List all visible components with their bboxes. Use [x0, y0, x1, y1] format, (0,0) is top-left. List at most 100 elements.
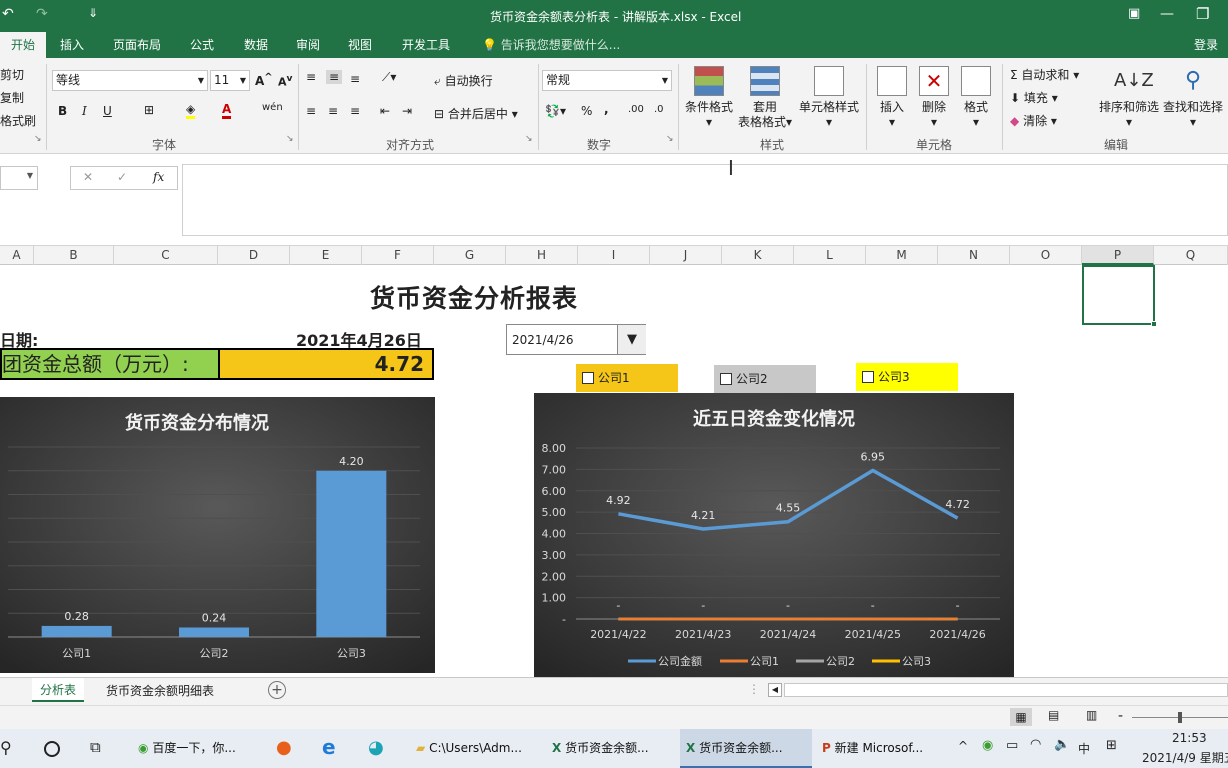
bar[interactable] — [316, 470, 387, 637]
bar[interactable] — [179, 627, 249, 638]
align-middle-icon[interactable]: ≡ — [326, 70, 343, 84]
clear-button[interactable]: ◆ 清除 ▾ — [1010, 112, 1057, 129]
line-chart[interactable]: 近五日资金变化情况 8.00 7.00 6.00 5.00 4.00 3.00 2.00 1.… — [534, 393, 1014, 677]
increase-indent-icon[interactable]: ⇥ — [402, 104, 412, 118]
column-header[interactable]: Q — [1154, 246, 1228, 265]
conditional-formatting-button[interactable]: 条件格式 ▾ — [682, 66, 736, 130]
wifi-icon[interactable]: ◠ — [1030, 737, 1041, 752]
checkbox-company3[interactable]: 公司3 — [856, 363, 958, 391]
zoom-out-icon[interactable]: - — [1118, 708, 1123, 724]
fill-handle[interactable] — [1151, 321, 1157, 327]
orientation-icon[interactable]: ⟋▾ — [382, 70, 396, 85]
find-select-button[interactable]: ⚲ 查找和选择 ▾ — [1162, 66, 1224, 130]
delete-cells-button[interactable]: ✕ 删除 ▾ — [914, 66, 954, 130]
bar[interactable] — [41, 625, 112, 637]
ime-mode-icon[interactable]: ⊞ — [1106, 738, 1117, 753]
increase-decimal-icon[interactable]: .00 — [628, 104, 644, 115]
column-header[interactable]: N — [938, 246, 1010, 265]
percent-icon[interactable]: % — [581, 104, 592, 118]
bar-chart[interactable]: 货币资金分布情况 0.28 公司1 0.24 公司2 4.20 公司3 — [0, 397, 435, 673]
column-header[interactable]: K — [722, 246, 794, 265]
decrease-decimal-icon[interactable]: .0 — [654, 104, 664, 115]
worksheet[interactable]: 货币资金分析报表 日期: 2021年4月26日 团资金总额（万元）: 4.72 … — [0, 265, 1228, 677]
column-header[interactable]: M — [866, 246, 938, 265]
font-name-combo[interactable]: 等线 ▼ — [52, 70, 208, 91]
copy-button[interactable]: 复制 — [0, 89, 24, 106]
taskbar-item-explorer[interactable]: ▰ C:\Users\Adm... — [410, 729, 544, 768]
align-top-icon[interactable]: ≡ — [306, 70, 316, 84]
column-header[interactable]: L — [794, 246, 866, 265]
volume-icon[interactable]: 🔈 — [1054, 737, 1070, 752]
cortana-icon[interactable] — [44, 741, 60, 757]
accounting-format-icon[interactable]: 💱▾ — [545, 104, 566, 118]
dropdown-arrow-icon[interactable]: ▼ — [617, 325, 646, 354]
comma-style-icon[interactable]: , — [604, 102, 609, 116]
add-sheet-icon[interactable]: + — [268, 681, 286, 699]
italic-icon[interactable]: I — [82, 104, 87, 118]
cut-button[interactable]: 剪切 — [0, 66, 24, 83]
cancel-icon[interactable]: ✕ — [83, 170, 93, 184]
page-break-view-icon[interactable]: ▥ — [1086, 708, 1097, 722]
tab-developer[interactable]: 开发工具 — [394, 32, 458, 58]
clock-time[interactable]: 21:53 — [1172, 731, 1207, 745]
firefox-icon[interactable]: ● — [276, 737, 292, 758]
taskbar-item-excel2[interactable]: X 货币资金余额... — [680, 729, 812, 768]
sheet-tab-analysis[interactable]: 分析表 — [32, 678, 85, 702]
column-header[interactable]: P — [1082, 246, 1154, 265]
shrink-font-icon[interactable]: Av — [278, 73, 292, 89]
ime-indicator[interactable]: 中 — [1078, 740, 1090, 757]
tell-me-search[interactable]: 💡 告诉我您想要做什么... — [474, 32, 628, 58]
checkbox-company2[interactable]: 公司2 — [714, 365, 816, 393]
wrap-text-button[interactable]: ⤶ 自动换行 — [434, 72, 493, 89]
sheet-tab-detail[interactable]: 货币资金余额明细表 — [106, 682, 214, 699]
minimize-icon[interactable]: — — [1160, 6, 1174, 22]
battery-icon[interactable]: ▭ — [1006, 738, 1018, 753]
merge-center-button[interactable]: ⊟ 合并后居中 ▾ — [434, 105, 518, 122]
ie-icon[interactable]: e — [322, 735, 336, 759]
fill-button[interactable]: ⬇ 填充 ▾ — [1010, 89, 1058, 106]
taskbar-item-excel1[interactable]: X 货币资金余额... — [546, 729, 676, 768]
tab-data[interactable]: 数据 — [236, 32, 276, 58]
name-box[interactable]: ▼ — [0, 166, 38, 190]
clock-date[interactable]: 2021/4/9 星期五 — [1142, 749, 1228, 766]
date-dropdown[interactable]: 2021/4/26 ▼ — [506, 324, 646, 355]
cell-styles-button[interactable]: 单元格样式 ▾ — [796, 66, 862, 130]
dialog-launcher-icon[interactable]: ↘ — [666, 134, 674, 144]
format-as-table-button[interactable]: 套用 表格格式▾ — [736, 66, 794, 130]
phonetic-icon[interactable]: wén — [262, 102, 283, 113]
align-bottom-icon[interactable]: ≡ — [350, 72, 360, 86]
insert-function-icon[interactable]: fx — [153, 170, 164, 184]
font-color-icon[interactable]: A — [222, 102, 232, 119]
dialog-launcher-icon[interactable]: ↘ — [34, 134, 42, 144]
redo-icon[interactable]: ↷ — [36, 6, 48, 22]
ribbon-display-options-icon[interactable]: ▣ — [1128, 6, 1140, 21]
undo-icon[interactable]: ↶ — [2, 6, 14, 22]
tab-formulas[interactable]: 公式 — [182, 32, 222, 58]
tab-home[interactable]: 开始 — [0, 32, 46, 58]
quick-access-menu-icon[interactable]: ⇓ — [88, 6, 98, 20]
tab-view[interactable]: 视图 — [340, 32, 380, 58]
sort-filter-button[interactable]: A↓Z 排序和筛选 ▾ — [1098, 66, 1160, 130]
taskbar-item-powerpoint[interactable]: P 新建 Microsof... — [816, 729, 948, 768]
tab-insert[interactable]: 插入 — [52, 32, 92, 58]
scroll-left-icon[interactable]: ◀ — [768, 683, 782, 697]
align-center-icon[interactable]: ≡ — [328, 104, 338, 118]
column-header[interactable]: F — [362, 246, 434, 265]
tab-page-layout[interactable]: 页面布局 — [105, 32, 169, 58]
zoom-slider-thumb[interactable] — [1178, 712, 1182, 723]
column-header[interactable]: C — [114, 246, 218, 265]
tab-review[interactable]: 审阅 — [288, 32, 328, 58]
borders-icon[interactable]: ⊞ — [144, 103, 154, 117]
search-icon[interactable]: ⚲ — [0, 738, 12, 757]
restore-icon[interactable]: ❐ — [1196, 5, 1209, 23]
taskbar-item-browser[interactable]: ◉ 百度一下，你... — [132, 729, 258, 768]
grow-font-icon[interactable]: A^ — [255, 72, 273, 88]
formula-input[interactable] — [182, 164, 1228, 236]
autosum-button[interactable]: Σ 自动求和 ▾ — [1010, 66, 1079, 83]
column-header[interactable]: G — [434, 246, 506, 265]
column-header[interactable]: H — [506, 246, 578, 265]
horizontal-scrollbar[interactable] — [784, 683, 1228, 697]
page-layout-view-icon[interactable]: ▤ — [1048, 708, 1059, 722]
decrease-indent-icon[interactable]: ⇤ — [380, 104, 390, 118]
format-cells-button[interactable]: 格式 ▾ — [956, 66, 996, 130]
